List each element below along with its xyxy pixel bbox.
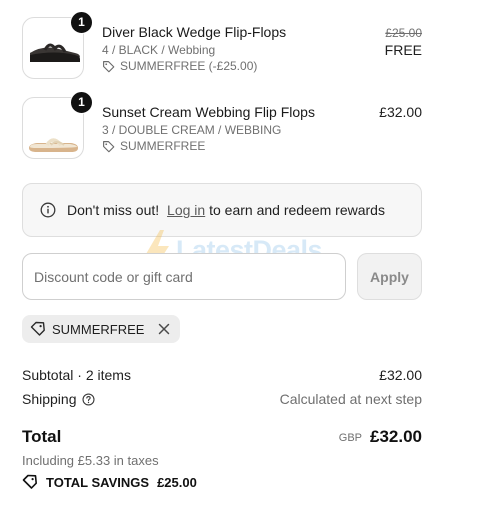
shipping-label: Shipping — [22, 391, 77, 407]
total-savings: TOTAL SAVINGS £25.00 — [22, 474, 197, 490]
tax-note: Including £5.33 in taxes — [22, 453, 159, 468]
product-discount-label: SUMMERFREE — [120, 139, 206, 153]
total-savings-value: £25.00 — [157, 474, 197, 490]
remove-discount-button[interactable] — [156, 321, 172, 337]
login-link[interactable]: Log in — [167, 202, 205, 218]
product-variant: 4 / BLACK / Webbing — [102, 43, 216, 57]
close-icon — [159, 323, 170, 335]
subtotal-value: £32.00 — [379, 367, 422, 383]
total-savings-label: TOTAL SAVINGS — [46, 474, 150, 490]
tag-icon — [30, 321, 45, 336]
total-value: £32.00 — [370, 427, 422, 446]
apply-button[interactable]: Apply — [357, 253, 422, 300]
product-name: Diver Black Wedge Flip-Flops — [102, 24, 287, 40]
product-discount-label: SUMMERFREE (-£25.00) — [120, 59, 258, 73]
quantity-badge: 1 — [70, 91, 93, 114]
quantity-badge: 1 — [70, 11, 93, 34]
total-currency: GBP — [338, 432, 362, 444]
tag-icon — [103, 140, 115, 152]
shipping-value: Calculated at next step — [279, 391, 422, 407]
product-price: £32.00 — [379, 104, 422, 120]
rewards-info-banner: Don't miss out! Log in to earn and redee… — [22, 183, 422, 237]
product-discount: SUMMERFREE (-£25.00) — [102, 59, 257, 73]
rewards-text-before: Don't miss out! — [67, 202, 164, 218]
total-label: Total — [22, 427, 62, 446]
shipping-row-label: Shipping — [22, 391, 95, 407]
tag-icon — [22, 474, 37, 489]
applied-discount-chip: SUMMERFREE — [22, 315, 181, 343]
product-variant: 3 / DOUBLE CREAM / WEBBING — [102, 123, 282, 137]
rewards-text-after: to earn and redeem rewards — [205, 202, 385, 218]
original-price: £25.00 — [385, 26, 422, 40]
help-icon[interactable] — [81, 392, 95, 406]
subtotal-label: Subtotal · 2 items — [22, 367, 131, 383]
product-name: Sunset Cream Webbing Flip Flops — [102, 104, 315, 120]
discount-code-input[interactable] — [22, 253, 346, 300]
info-icon — [40, 202, 56, 218]
product-price: FREE — [384, 42, 422, 58]
tag-icon — [103, 60, 115, 72]
applied-discount-code: SUMMERFREE — [52, 321, 145, 337]
product-discount: SUMMERFREE — [102, 139, 205, 153]
